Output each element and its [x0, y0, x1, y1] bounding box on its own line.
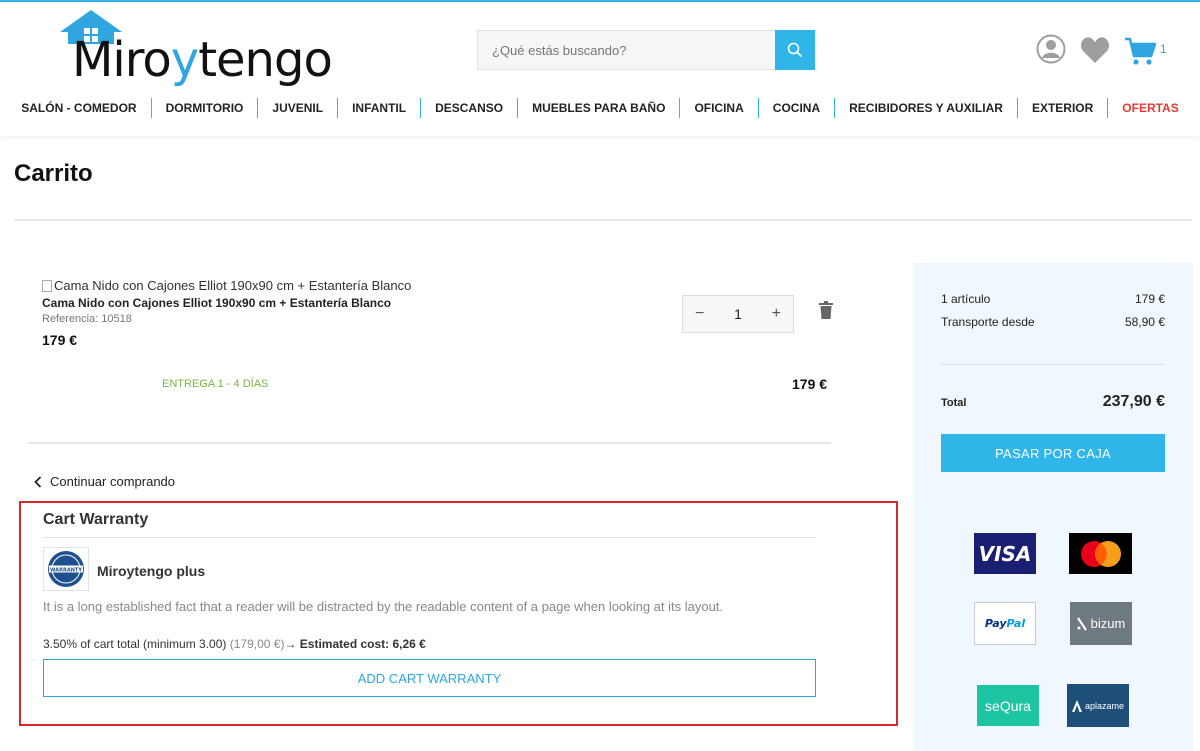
quantity-stepper: − 1 + [682, 295, 794, 333]
divider [28, 442, 831, 444]
delivery-time: ENTREGA 1 - 4 DÍAS [162, 378, 269, 390]
broken-image-icon [42, 279, 52, 292]
paypal-logo: PayPal [974, 602, 1036, 645]
nav-item-ofertas[interactable]: OFERTAS [1108, 98, 1192, 118]
nav-item-descanso[interactable]: DESCANSO [421, 98, 519, 118]
site-header: Miroytengo 1 SALÓN - COMEDORDORMITORIOJU… [0, 2, 1200, 136]
page-title: Carrito [14, 160, 93, 187]
site-logo[interactable]: Miroytengo [60, 10, 333, 90]
sequra-logo: seQura [977, 685, 1039, 726]
search-input[interactable] [478, 31, 776, 69]
search-icon [787, 42, 803, 58]
product-image-alt: Cama Nido con Cajones Elliot 190x90 cm +… [54, 278, 412, 293]
header-icons: 1 [1036, 34, 1176, 68]
divider [14, 219, 1192, 221]
order-summary: 1 artículo 179 € Transporte desde 58,90 € … [913, 263, 1193, 751]
product-image[interactable]: Cama Nido con Cajones Elliot 190x90 cm +… [42, 278, 411, 293]
product-reference: Referencia: 10518 [42, 313, 132, 325]
mastercard-icon [1080, 540, 1121, 567]
nav-item-recibidores-y-auxiliar[interactable]: RECIBIDORES Y AUXILIAR [835, 98, 1018, 118]
line-total: 179 € [792, 376, 828, 392]
product-name[interactable]: Cama Nido con Cajones Elliot 190x90 cm +… [42, 296, 391, 310]
nav-item-infantil[interactable]: INFANTIL [338, 98, 422, 118]
visa-logo: VISA [974, 533, 1036, 574]
nav-item-salón-comedor[interactable]: SALÓN - COMEDOR [7, 98, 152, 118]
account-icon[interactable] [1036, 34, 1066, 64]
add-cart-warranty-button[interactable]: ADD CART WARRANTY [43, 659, 816, 697]
mastercard-logo [1069, 533, 1132, 574]
increase-quantity-button[interactable]: + [772, 305, 781, 323]
cart-icon[interactable] [1124, 36, 1156, 66]
divider [43, 537, 816, 538]
checkout-button[interactable]: PASAR POR CAJA [941, 434, 1165, 472]
search-bar [477, 30, 815, 70]
aplazame-icon [1071, 699, 1082, 712]
brand-name: Miroytengo [72, 32, 333, 88]
heart-icon[interactable] [1080, 36, 1110, 64]
trash-icon[interactable] [818, 301, 834, 319]
continue-shopping-link[interactable]: Continuar comprando [34, 474, 175, 489]
cart-count-badge: 1 [1160, 42, 1167, 56]
main-navigation: SALÓN - COMEDOR DORMITORIO JUVENIL INFANTIL… [0, 94, 1200, 122]
nav-item-muebles-para-baño[interactable]: MUEBLES PARA BAÑO [518, 98, 681, 118]
search-button[interactable] [775, 30, 815, 70]
decrease-quantity-button[interactable]: − [695, 305, 704, 323]
continue-shopping-label: Continuar comprando [50, 474, 176, 489]
nav-item-exterior[interactable]: EXTERIOR [1018, 98, 1109, 118]
svg-text:WARRANTY: WARRANTY [50, 567, 82, 573]
nav-item-cocina[interactable]: COCINA [759, 98, 836, 118]
quantity-input[interactable]: 1 [734, 306, 742, 322]
warranty-description: It is a long established fact that a rea… [43, 599, 724, 614]
divider [941, 364, 1165, 365]
summary-shipping-row: Transporte desde 58,90 € [941, 315, 1165, 329]
summary-items-row: 1 artículo 179 € [941, 292, 1165, 306]
warranty-badge: WARRANTY [43, 547, 89, 591]
aplazame-logo: aplazame [1067, 684, 1129, 727]
warranty-cost: 3.50% of cart total (minimum 3.00) (179,… [43, 637, 426, 651]
product-price: 179 € [42, 332, 78, 348]
total-value: 237,90 € [1102, 393, 1165, 410]
warranty-name: Miroytengo plus [97, 563, 206, 579]
total-label: Total [941, 397, 967, 409]
warranty-estimated-cost: Estimated cost: 6,26 € [299, 637, 426, 651]
bizum-logo: bizum [1070, 602, 1132, 645]
nav-item-dormitorio[interactable]: DORMITORIO [152, 98, 259, 118]
warranty-title: Cart Warranty [43, 511, 149, 528]
nav-item-juvenil[interactable]: JUVENIL [258, 98, 339, 118]
bizum-icon [1076, 616, 1087, 631]
nav-item-oficina[interactable]: OFICINA [680, 98, 759, 118]
warranty-seal-icon: WARRANTY [48, 551, 84, 587]
chevron-left-icon [34, 475, 42, 488]
cart-warranty-box: Cart Warranty WARRANTY Miroytengo plus I… [19, 501, 898, 726]
